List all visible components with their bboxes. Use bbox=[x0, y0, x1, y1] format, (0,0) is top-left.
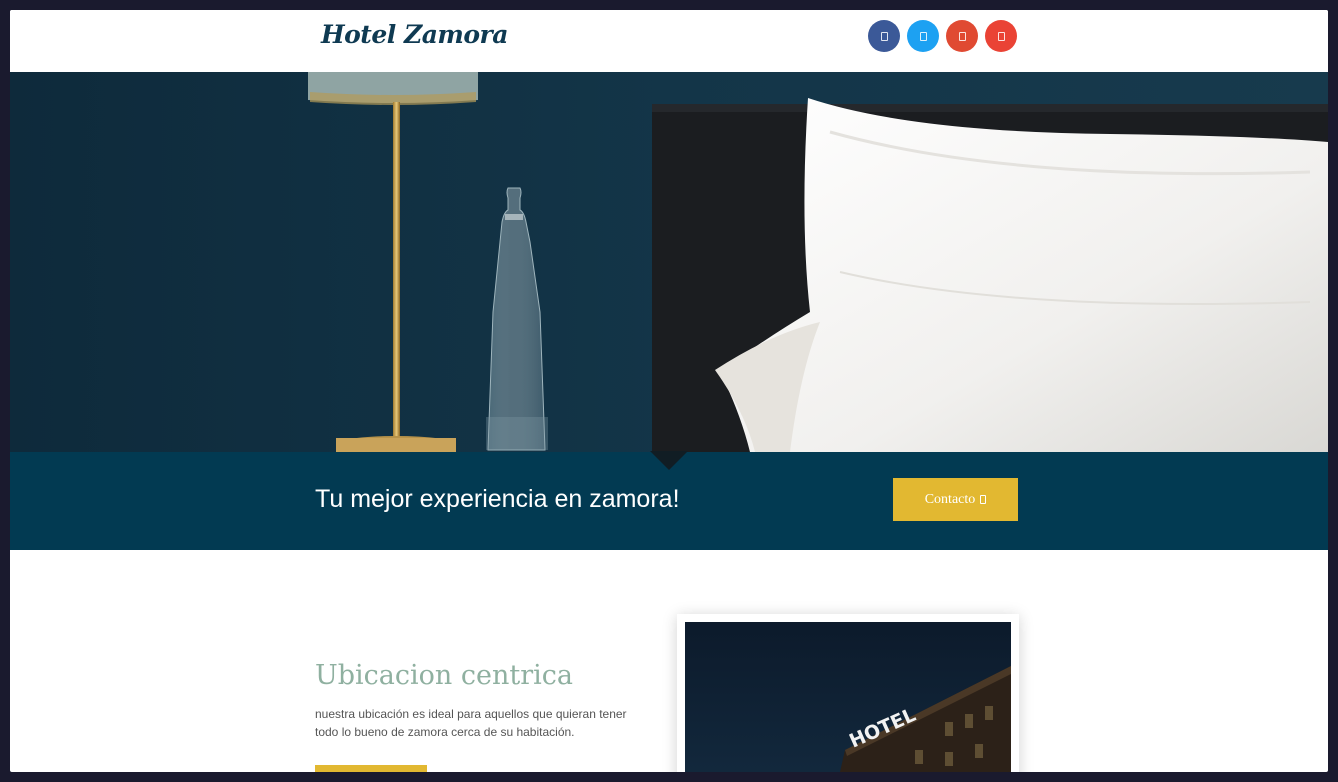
site-header: Hotel Zamora bbox=[10, 10, 1328, 72]
section-description: nuestra ubicación es ideal para aquellos… bbox=[315, 705, 635, 741]
banner-title: Tu mejor experiencia en zamora! bbox=[315, 485, 680, 513]
hero-image bbox=[10, 72, 1328, 452]
google-plus-icon bbox=[997, 31, 1005, 41]
contact-button[interactable]: Contacto bbox=[893, 478, 1018, 521]
hotel-sign-photo: HOTEL bbox=[685, 622, 1011, 772]
google-plus-button[interactable] bbox=[985, 20, 1017, 52]
instagram-icon bbox=[958, 31, 966, 41]
contact-icon bbox=[980, 495, 987, 504]
section-button[interactable] bbox=[315, 765, 427, 772]
twitter-icon bbox=[919, 31, 927, 41]
contact-button-label: Contacto bbox=[924, 491, 976, 507]
hotel-room-photo bbox=[10, 72, 1328, 452]
facebook-icon bbox=[880, 31, 888, 41]
browser-viewport: Hotel Zamora Tu mejor experiencia en zam… bbox=[10, 10, 1328, 772]
cta-banner: Tu mejor experiencia en zamora! Contacto bbox=[10, 451, 1328, 550]
section-text-line-1: nuestra ubicación es ideal para aquellos… bbox=[315, 707, 627, 721]
instagram-button[interactable] bbox=[946, 20, 978, 52]
section-title: Ubicacion centrica bbox=[315, 660, 573, 691]
site-logo[interactable]: Hotel Zamora bbox=[321, 20, 508, 49]
section-text-line-2: todo lo bueno de zamora cerca de su habi… bbox=[315, 725, 575, 739]
hotel-photo-card: HOTEL bbox=[677, 614, 1019, 772]
banner-notch bbox=[650, 451, 688, 470]
twitter-button[interactable] bbox=[907, 20, 939, 52]
social-links bbox=[868, 20, 1017, 52]
facebook-button[interactable] bbox=[868, 20, 900, 52]
